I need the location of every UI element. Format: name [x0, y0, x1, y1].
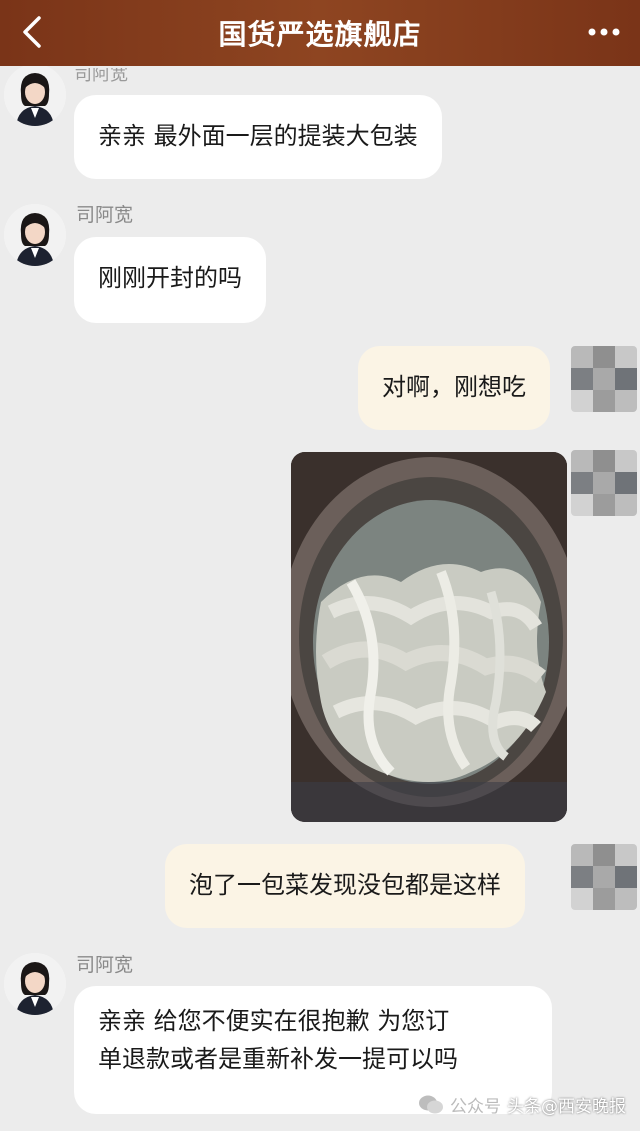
pixelated-avatar-icon — [571, 844, 637, 910]
more-button[interactable] — [582, 10, 626, 54]
chat-header: 国货严选旗舰店 — [0, 0, 640, 66]
message-photo[interactable] — [291, 452, 567, 822]
message-bubble[interactable]: 刚刚开封的吗 — [74, 237, 266, 323]
my-message-bubble[interactable]: 对啊，刚想吃 — [358, 346, 550, 430]
agent-portrait-icon — [4, 204, 66, 266]
noodles-photo — [291, 452, 567, 822]
agent-portrait-icon — [4, 953, 66, 1015]
more-dots-icon — [588, 28, 620, 36]
pixelated-avatar-icon — [571, 450, 637, 516]
agent-avatar[interactable] — [4, 64, 66, 126]
agent-portrait-icon — [4, 64, 66, 126]
my-message-bubble[interactable]: 泡了一包菜发现没包都是这样 — [165, 844, 525, 928]
wechat-icon — [419, 1095, 443, 1113]
sender-name: 司阿宽 — [76, 204, 134, 226]
agent-avatar[interactable] — [4, 953, 66, 1015]
back-button[interactable] — [10, 10, 54, 54]
watermark-text: 头条@西安晚报 — [507, 1097, 626, 1117]
agent-avatar[interactable] — [4, 204, 66, 266]
watermark-wechat-label: 公众号 — [450, 1097, 501, 1117]
sender-name: 司阿宽 — [76, 954, 134, 976]
self-avatar[interactable] — [571, 346, 637, 412]
message-bubble[interactable]: 亲亲 最外面一层的提装大包装 — [74, 95, 442, 179]
chevron-left-icon — [23, 16, 41, 48]
page-title: 国货严选旗舰店 — [218, 18, 422, 51]
pixelated-avatar-icon — [571, 346, 637, 412]
self-avatar[interactable] — [571, 450, 637, 516]
self-avatar[interactable] — [571, 844, 637, 910]
watermark: 公众号 头条@西安晚报 — [418, 1092, 626, 1117]
